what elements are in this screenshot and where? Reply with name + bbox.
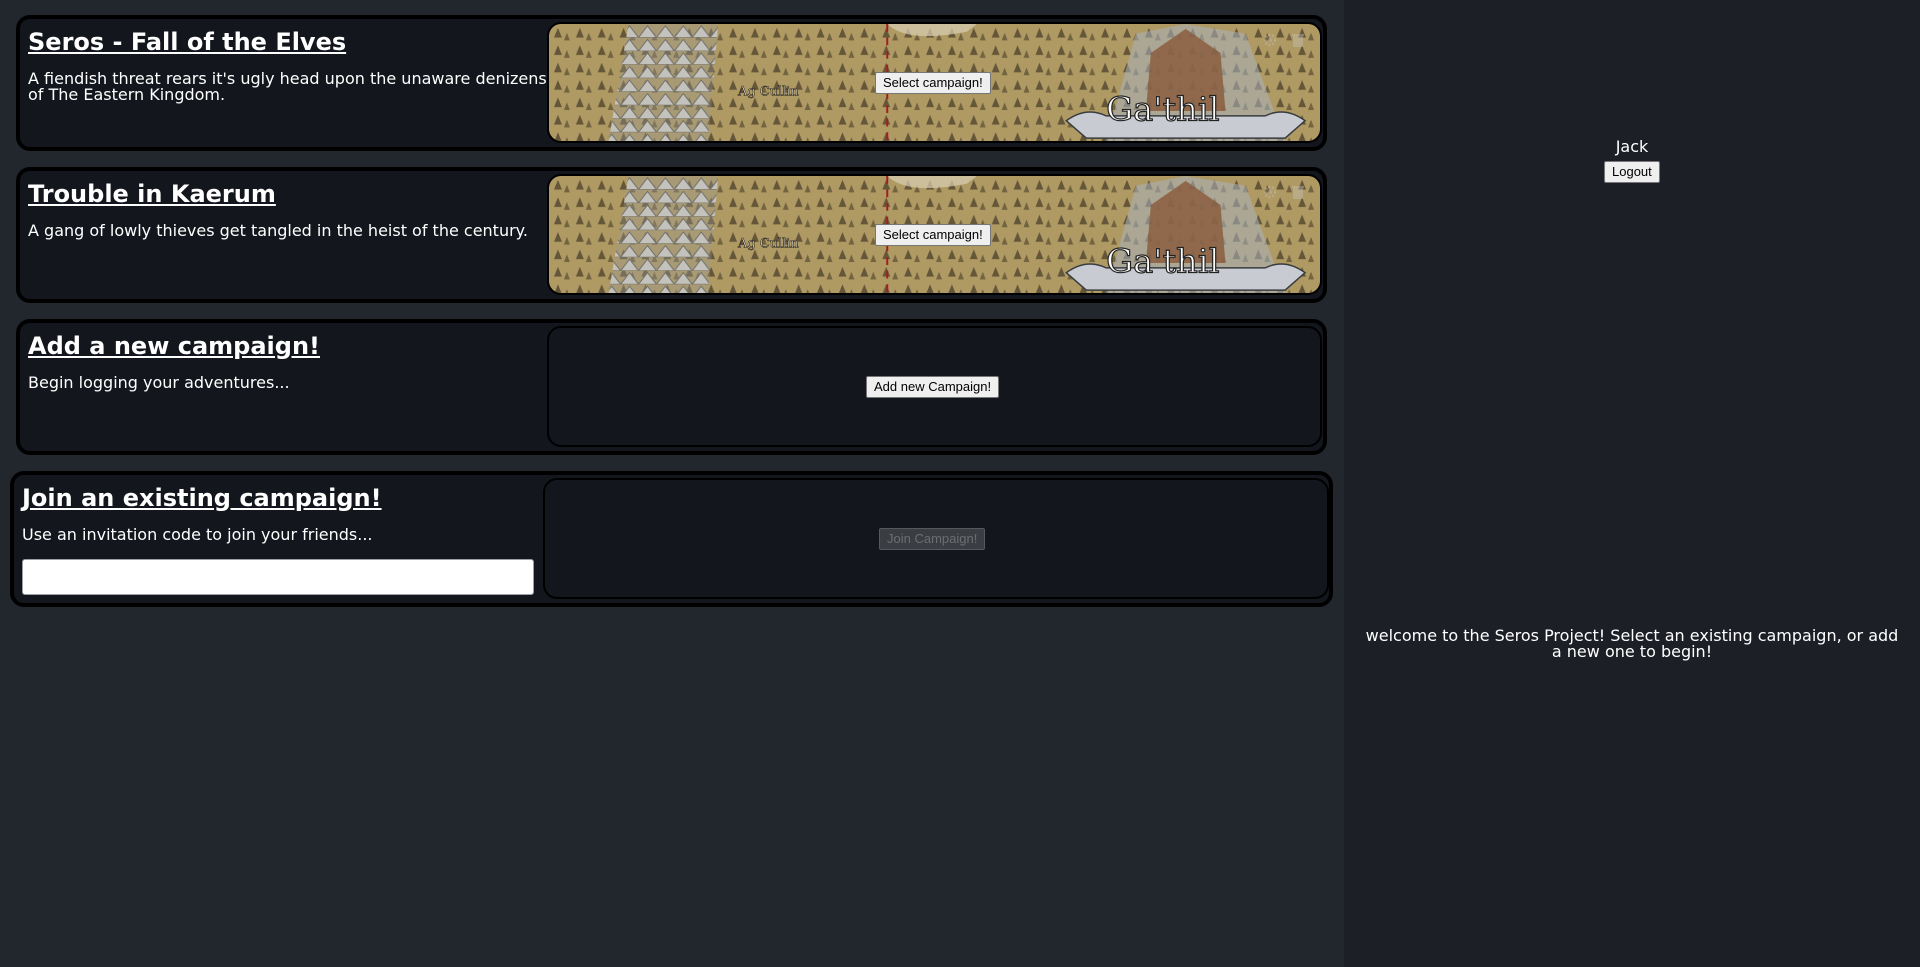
add-campaign-panel: Add new Campaign!	[547, 326, 1322, 447]
add-campaign-title[interactable]: Add a new campaign!	[28, 331, 548, 361]
select-campaign-button[interactable]: Select campaign!	[875, 72, 991, 94]
invitation-code-input[interactable]	[22, 559, 534, 595]
add-campaign-card: Add a new campaign! Begin logging your a…	[16, 319, 1327, 455]
campaign-card: Seros - Fall of the Elves A fiendish thr…	[16, 15, 1327, 151]
campaign-actions	[1262, 32, 1306, 48]
campaign-title-link[interactable]: Seros - Fall of the Elves	[28, 27, 548, 57]
map-label-gathil: Ga'thil	[1106, 90, 1219, 128]
join-campaign-button[interactable]: Join Campaign!	[879, 528, 986, 550]
campaign-description: A fiendish threat rears it's ugly head u…	[28, 69, 547, 104]
campaign-card: Trouble in Kaerum A gang of lowly thieve…	[16, 167, 1327, 303]
campaign-description: A gang of lowly thieves get tangled in t…	[28, 221, 528, 240]
campaign-actions	[1262, 184, 1306, 200]
map-label-ag-cullin: Ag Cullin	[737, 237, 799, 252]
welcome-message: welcome to the Seros Project! Select an …	[1365, 626, 1899, 661]
join-campaign-panel: Join Campaign!	[543, 478, 1329, 599]
gear-icon[interactable]	[1262, 32, 1278, 48]
campaign-info: Trouble in Kaerum A gang of lowly thieve…	[28, 179, 548, 239]
add-new-campaign-button[interactable]: Add new Campaign!	[866, 376, 1000, 398]
sidebar: Jack Logout welcome to the Seros Project…	[1344, 0, 1920, 967]
campaign-list: Seros - Fall of the Elves A fiendish thr…	[0, 0, 1344, 967]
campaign-map-panel: Ag Cullin Ga'thil Select campaign!	[547, 22, 1322, 143]
logout-button[interactable]: Logout	[1604, 161, 1660, 183]
map-label-ag-cullin: Ag Cullin	[737, 85, 799, 100]
select-campaign-button[interactable]: Select campaign!	[875, 224, 991, 246]
join-campaign-info: Join an existing campaign! Use an invita…	[22, 483, 542, 543]
campaign-info: Seros - Fall of the Elves A fiendish thr…	[28, 27, 548, 103]
map-label-gathil: Ga'thil	[1106, 242, 1219, 280]
username: Jack	[1615, 137, 1649, 156]
join-campaign-title[interactable]: Join an existing campaign!	[22, 483, 542, 513]
join-campaign-card: Join an existing campaign! Use an invita…	[10, 471, 1333, 607]
join-campaign-description: Use an invitation code to join your frie…	[22, 525, 373, 544]
gear-icon[interactable]	[1262, 184, 1278, 200]
campaign-map-panel: Ag Cullin Ga'thil Select campaign!	[547, 174, 1322, 295]
add-campaign-info: Add a new campaign! Begin logging your a…	[28, 331, 548, 391]
campaign-title-link[interactable]: Trouble in Kaerum	[28, 179, 548, 209]
trash-icon[interactable]	[1290, 32, 1306, 48]
add-campaign-description: Begin logging your adventures...	[28, 373, 290, 392]
trash-icon[interactable]	[1290, 184, 1306, 200]
